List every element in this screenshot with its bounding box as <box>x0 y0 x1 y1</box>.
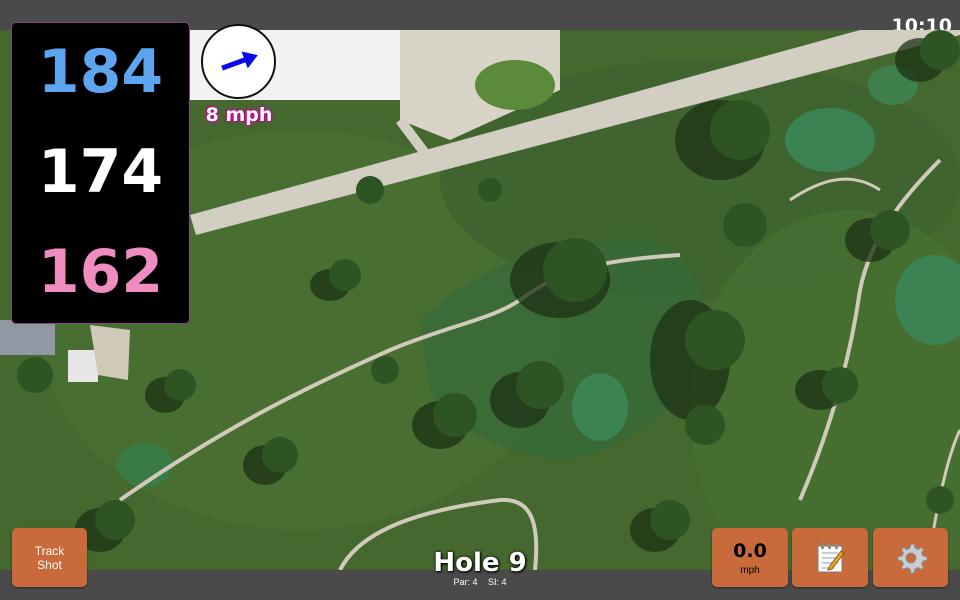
gear-icon <box>897 543 927 573</box>
back-distance: 184 <box>37 37 164 107</box>
front-distance: 162 <box>37 237 164 307</box>
wind-speed-label: 8 mph <box>205 104 273 126</box>
hole-title: Hole 9 <box>433 548 527 578</box>
track-shot-label-line2: Shot <box>37 557 62 572</box>
wind-input-unit: mph <box>740 564 760 576</box>
hole-stroke-index: SI: 4 <box>488 577 507 587</box>
wind-input-value: 0.0 <box>733 539 767 562</box>
wind-direction-dial <box>201 24 276 99</box>
center-distance: 174 <box>37 137 164 207</box>
track-shot-button[interactable]: Track Shot <box>12 528 87 587</box>
distance-panel: 184 174 162 <box>11 22 190 324</box>
wind-input-button[interactable]: 0.0 mph <box>712 528 788 587</box>
track-shot-label-line1: Track <box>34 543 65 558</box>
settings-button[interactable] <box>873 528 948 587</box>
hole-info: Par: 4 SI: 4 <box>400 577 560 587</box>
notepad-icon <box>817 542 845 572</box>
hole-par: Par: 4 <box>453 577 478 587</box>
scorecard-button[interactable] <box>792 528 868 587</box>
wind-arrow-icon <box>220 50 258 71</box>
